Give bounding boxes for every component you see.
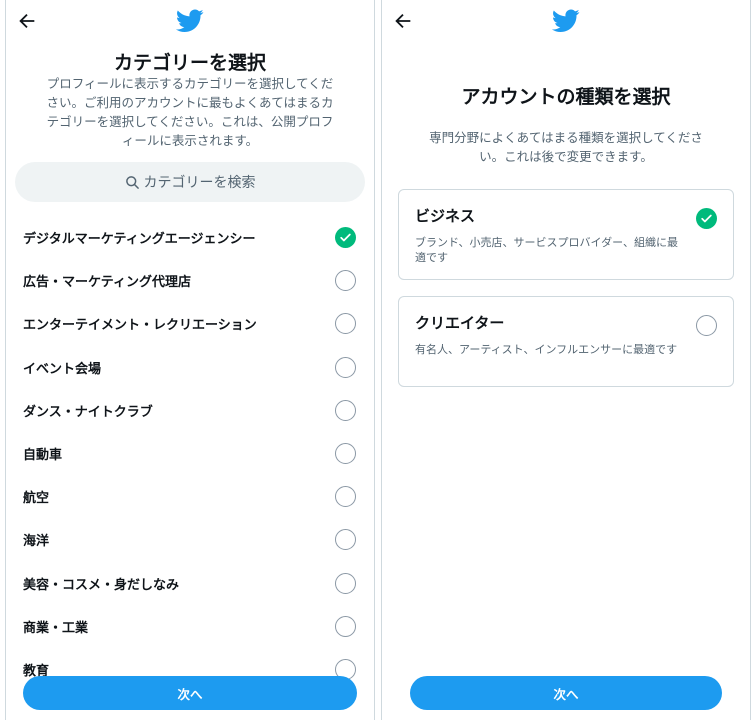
top-bar	[6, 0, 374, 44]
radio-button[interactable]	[335, 313, 356, 335]
page-title: アカウントの種類を選択	[461, 86, 671, 108]
category-label: 航空	[23, 491, 50, 507]
search-placeholder: カテゴリーを検索	[143, 175, 256, 191]
category-label: 自動車	[23, 448, 63, 464]
account-type-description: ブランド、小売店、サービスプロバイダー、組織に最適です	[415, 236, 679, 264]
category-item[interactable]: デジタルマーケティングエージェンシー	[6, 216, 374, 259]
category-label: イベント会場	[23, 361, 102, 377]
page-description: プロフィールに表示するカテゴリーを選択してください。ご利用のアカウントに最もよく…	[46, 76, 334, 148]
category-item[interactable]: 商業・工業	[6, 605, 374, 648]
category-item[interactable]: ダンス・ナイトクラブ	[6, 389, 374, 432]
account-type-business[interactable]: ビジネス ブランド、小売店、サービスプロバイダー、組織に最適です	[398, 189, 734, 280]
category-select-screen: カテゴリーを選択 プロフィールに表示するカテゴリーを選択してください。ご利用のア…	[5, 0, 375, 720]
search-icon	[125, 175, 139, 189]
category-item[interactable]: 広告・マーケティング代理店	[6, 259, 374, 302]
radio-button[interactable]	[335, 443, 356, 465]
category-list: デジタルマーケティングエージェンシー 広告・マーケティング代理店エンターテイメント…	[6, 216, 374, 691]
twitter-bird-icon	[552, 9, 580, 32]
check-icon	[340, 233, 351, 242]
category-item[interactable]: 航空	[6, 475, 374, 518]
category-label: 広告・マーケティング代理店	[23, 275, 191, 291]
category-label: デジタルマーケティングエージェンシー	[23, 232, 256, 248]
account-type-screen: アカウントの種類を選択 専門分野によくあてはまる種類を選択してください。これは後…	[381, 0, 751, 720]
radio-button[interactable]	[335, 270, 356, 292]
category-item[interactable]: 自動車	[6, 432, 374, 475]
page-title: カテゴリーを選択	[113, 52, 266, 74]
category-label: 商業・工業	[23, 620, 89, 636]
category-item[interactable]: 美容・コスメ・身だしなみ	[6, 562, 374, 605]
next-button[interactable]: 次へ	[23, 676, 357, 710]
category-search-input[interactable]: カテゴリーを検索	[15, 162, 365, 202]
check-icon	[701, 214, 712, 223]
radio-button[interactable]	[335, 572, 356, 594]
radio-button[interactable]	[696, 315, 717, 336]
account-type-description: 有名人、アーティスト、インフルエンサーに最適です	[415, 343, 678, 356]
account-type-title: クリエイター	[415, 314, 505, 332]
radio-button[interactable]	[335, 529, 356, 551]
radio-button[interactable]	[335, 399, 356, 421]
category-label: ダンス・ナイトクラブ	[23, 404, 153, 420]
category-item[interactable]: 海洋	[6, 518, 374, 561]
radio-button[interactable]	[335, 615, 356, 637]
back-arrow-icon[interactable]	[392, 10, 414, 32]
back-arrow-icon[interactable]	[16, 10, 38, 32]
next-button[interactable]: 次へ	[410, 676, 722, 710]
category-item[interactable]: エンターテイメント・レクリエーション	[6, 302, 374, 345]
radio-button[interactable]	[335, 356, 356, 378]
page-description: 専門分野によくあてはまる種類を選択してください。これは後で変更できます。	[429, 130, 703, 164]
account-type-creator[interactable]: クリエイター 有名人、アーティスト、インフルエンサーに最適です	[398, 296, 734, 387]
category-label: 美容・コスメ・身だしなみ	[23, 577, 180, 593]
category-item[interactable]: イベント会場	[6, 346, 374, 389]
account-type-title: ビジネス	[415, 207, 476, 225]
twitter-bird-icon	[176, 9, 204, 32]
radio-button[interactable]	[335, 486, 356, 508]
category-label: エンターテイメント・レクリエーション	[23, 318, 257, 334]
category-label: 海洋	[23, 534, 50, 550]
selected-check-icon[interactable]	[335, 227, 356, 249]
top-bar	[382, 0, 750, 44]
selected-check-icon[interactable]	[696, 208, 717, 229]
